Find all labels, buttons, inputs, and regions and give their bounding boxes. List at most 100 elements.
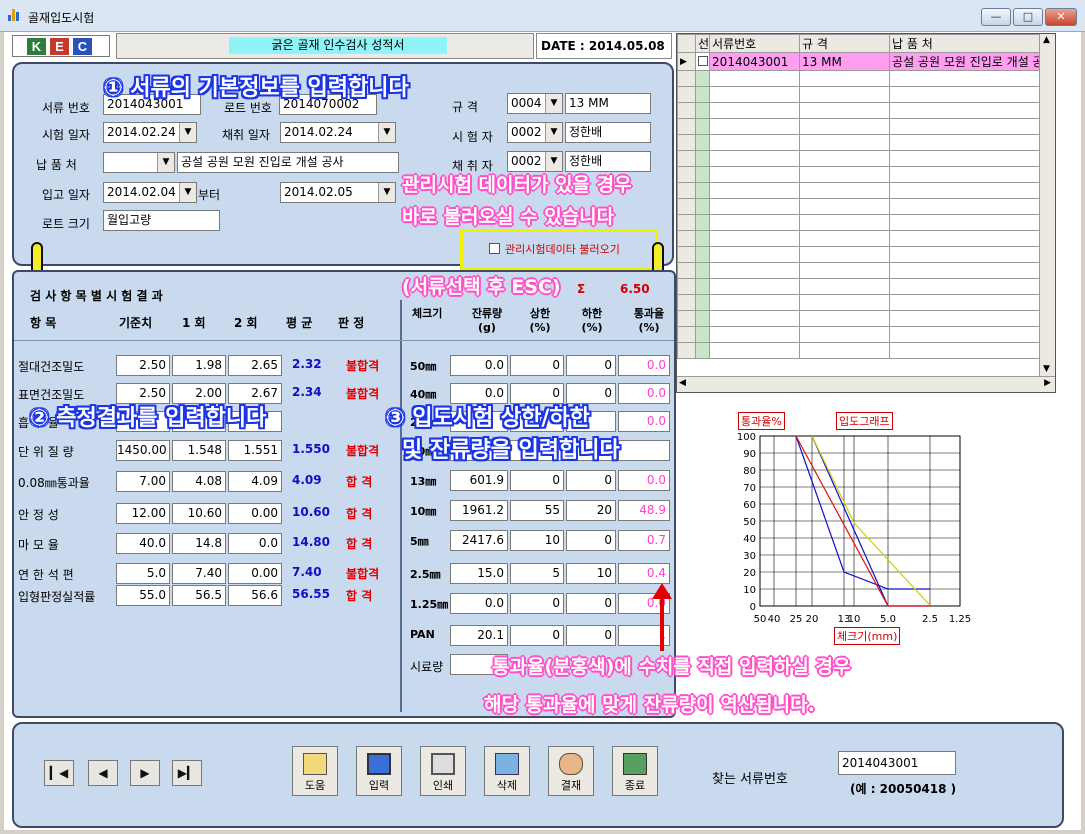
supplier-name-field[interactable]: 공설 공원 모원 진입로 개설 공사 — [177, 152, 399, 173]
delete-button[interactable]: 삭제 — [484, 746, 530, 796]
grid-empty-row[interactable] — [677, 102, 1051, 119]
grid-empty-row[interactable] — [677, 278, 1051, 295]
exit-button[interactable]: 종료 — [612, 746, 658, 796]
result-std-field[interactable]: 5.0 — [116, 563, 170, 584]
sieve-residue-field[interactable]: 601.9 — [450, 470, 508, 491]
sieve-pass-field[interactable]: 0.0 — [618, 470, 670, 491]
spec-code-select[interactable]: 0004 ▼ — [507, 93, 563, 114]
grid-empty-row[interactable] — [677, 230, 1051, 247]
sieve-pass-field[interactable]: 0.0 — [618, 411, 670, 432]
vertical-scrollbar[interactable]: ▲ ▼ — [1039, 34, 1055, 376]
result-std-field[interactable]: 55.0 — [116, 585, 170, 606]
in-date-to-picker[interactable]: 2014.02.05 ▼ — [280, 182, 396, 203]
sieve-lower-field[interactable]: 0 — [566, 355, 616, 376]
grid-row-checkbox[interactable] — [694, 52, 711, 71]
result-std-field[interactable]: 40.0 — [116, 533, 170, 554]
lot-size-field[interactable]: 월입고량 — [103, 210, 220, 231]
sieve-pass-field[interactable]: 0.0 — [618, 355, 670, 376]
tester-code-select[interactable]: 0002 ▼ — [507, 122, 563, 143]
sieve-upper-field[interactable]: 10 — [510, 530, 564, 551]
chevron-down-icon[interactable]: ▼ — [378, 123, 395, 142]
scroll-down-icon[interactable]: ▼ — [1043, 364, 1050, 374]
result-r2-field[interactable]: 56.6 — [228, 585, 282, 606]
grid-empty-row[interactable] — [677, 70, 1051, 87]
result-r1-field[interactable]: 10.60 — [172, 503, 226, 524]
sample-date-picker[interactable]: 2014.02.24 ▼ — [280, 122, 396, 143]
sampler-code-select[interactable]: 0002 ▼ — [507, 151, 563, 172]
chevron-down-icon[interactable]: ▼ — [179, 123, 196, 142]
tester-name-field[interactable]: 정한배 — [565, 122, 651, 143]
sieve-residue-field[interactable]: 0.0 — [450, 355, 508, 376]
grid-empty-row[interactable] — [677, 198, 1051, 215]
grid-cell-doc[interactable]: 2014043001 — [709, 52, 801, 71]
grid-empty-row[interactable] — [677, 262, 1051, 279]
sieve-residue-field[interactable]: 2417.6 — [450, 530, 508, 551]
result-r2-field[interactable]: 0.00 — [228, 503, 282, 524]
sieve-pass-field[interactable]: 0.0 — [618, 383, 670, 404]
grid-cell-supplier[interactable]: 공설 공원 모원 진입로 개설 공 — [889, 52, 1051, 71]
sieve-lower-field[interactable]: 0 — [566, 593, 616, 614]
sieve-upper-field[interactable]: 0 — [510, 593, 564, 614]
sieve-upper-field[interactable]: 0 — [510, 470, 564, 491]
grid-empty-row[interactable] — [677, 246, 1051, 263]
search-doc-input[interactable]: 2014043001 — [838, 751, 956, 775]
chevron-down-icon[interactable]: ▼ — [378, 183, 395, 202]
print-button[interactable]: 인쇄 — [420, 746, 466, 796]
sieve-lower-field[interactable]: 10 — [566, 563, 616, 584]
horizontal-scrollbar[interactable]: ◀ ▶ — [677, 376, 1055, 392]
sieve-residue-field[interactable]: 20.1 — [450, 625, 508, 646]
next-record-button[interactable]: ▶ — [130, 760, 160, 786]
result-r1-field[interactable]: 1.98 — [172, 355, 226, 376]
prev-record-button[interactable]: ◀ — [88, 760, 118, 786]
maximize-button[interactable]: □ — [1013, 8, 1043, 26]
chevron-down-icon[interactable]: ▼ — [545, 152, 562, 171]
sieve-upper-field[interactable]: 0 — [510, 355, 564, 376]
help-button[interactable]: 도움 — [292, 746, 338, 796]
spec-name-field[interactable]: 13 MM — [565, 93, 651, 114]
result-r1-field[interactable]: 14.8 — [172, 533, 226, 554]
input-button[interactable]: 입력 — [356, 746, 402, 796]
result-r2-field[interactable]: 4.09 — [228, 471, 282, 492]
result-r2-field[interactable]: 2.65 — [228, 355, 282, 376]
grid-empty-row[interactable] — [677, 118, 1051, 135]
supplier-code-select[interactable]: ▼ — [103, 152, 175, 173]
chevron-down-icon[interactable]: ▼ — [545, 94, 562, 113]
sieve-pass-field[interactable]: 0.7 — [618, 530, 670, 551]
result-r2-field[interactable]: 1.551 — [228, 440, 282, 461]
sieve-residue-field[interactable]: 0.0 — [450, 593, 508, 614]
grid-empty-row[interactable] — [677, 134, 1051, 151]
result-r1-field[interactable]: 56.5 — [172, 585, 226, 606]
test-date-picker[interactable]: 2014.02.24 ▼ — [103, 122, 197, 143]
result-r2-field[interactable]: 0.00 — [228, 563, 282, 584]
approve-button[interactable]: 결재 — [548, 746, 594, 796]
result-r1-field[interactable]: 1.548 — [172, 440, 226, 461]
chevron-down-icon[interactable]: ▼ — [545, 123, 562, 142]
result-r2-field[interactable]: 0.0 — [228, 533, 282, 554]
sieve-upper-field[interactable]: 0 — [510, 625, 564, 646]
document-grid[interactable]: 선 서류번호 규 격 납 품 처 ▶ 2014043001 13 MM 공설 공… — [676, 33, 1056, 393]
grid-empty-row[interactable] — [677, 214, 1051, 231]
scroll-up-icon[interactable]: ▲ — [1043, 35, 1050, 45]
scroll-right-icon[interactable]: ▶ — [1044, 378, 1051, 388]
result-std-field[interactable]: 12.00 — [116, 503, 170, 524]
first-record-button[interactable]: ▎◀ — [44, 760, 74, 786]
last-record-button[interactable]: ▶▎ — [172, 760, 202, 786]
in-date-from-picker[interactable]: 2014.02.04 ▼ — [103, 182, 197, 203]
chevron-down-icon[interactable]: ▼ — [179, 183, 196, 202]
minimize-button[interactable]: — — [981, 8, 1011, 26]
grid-empty-row[interactable] — [677, 326, 1051, 343]
result-std-field[interactable]: 1450.00 — [116, 440, 170, 461]
close-button[interactable]: ✕ — [1045, 8, 1077, 26]
sieve-lower-field[interactable]: 0 — [566, 530, 616, 551]
scroll-left-icon[interactable]: ◀ — [679, 378, 686, 388]
result-std-field[interactable]: 2.50 — [116, 355, 170, 376]
sieve-pass-field[interactable] — [618, 440, 670, 461]
sampler-name-field[interactable]: 정한배 — [565, 151, 651, 172]
grid-empty-row[interactable] — [677, 182, 1051, 199]
sieve-pass-field[interactable]: 48.9 — [618, 500, 670, 521]
grid-empty-row[interactable] — [677, 342, 1051, 359]
result-r1-field[interactable]: 7.40 — [172, 563, 226, 584]
grid-empty-row[interactable] — [677, 310, 1051, 327]
grid-empty-row[interactable] — [677, 150, 1051, 167]
grid-empty-row[interactable] — [677, 166, 1051, 183]
